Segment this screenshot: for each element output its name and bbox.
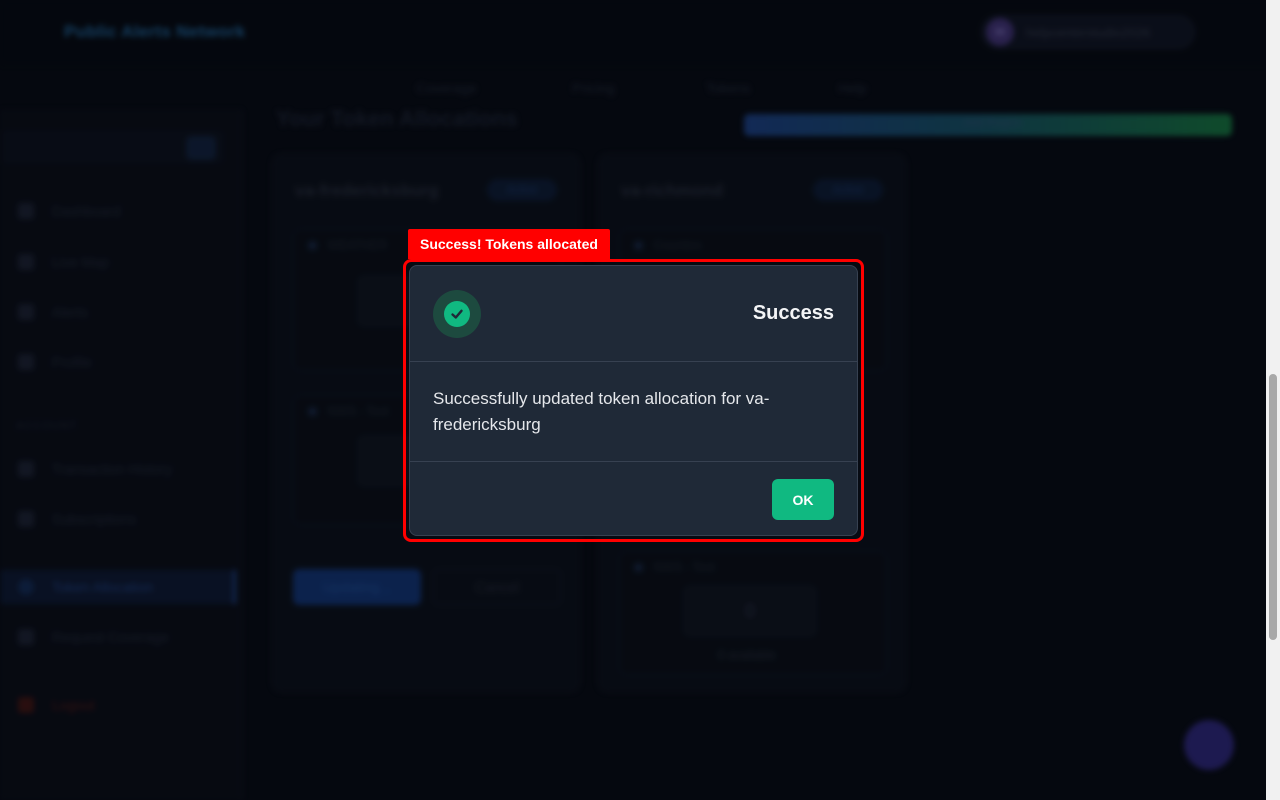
highlight-label: Success! Tokens allocated xyxy=(408,229,610,259)
check-icon xyxy=(444,301,470,327)
success-modal: Success Successfully updated token alloc… xyxy=(409,265,858,536)
modal-message: Successfully updated token allocation fo… xyxy=(410,362,857,462)
page-scrollbar[interactable] xyxy=(1266,0,1280,800)
success-icon xyxy=(433,290,481,338)
ok-button[interactable]: OK xyxy=(772,479,834,520)
modal-title: Success xyxy=(752,302,834,324)
scrollbar-thumb[interactable] xyxy=(1269,374,1277,640)
modal-header: Success xyxy=(410,266,857,362)
